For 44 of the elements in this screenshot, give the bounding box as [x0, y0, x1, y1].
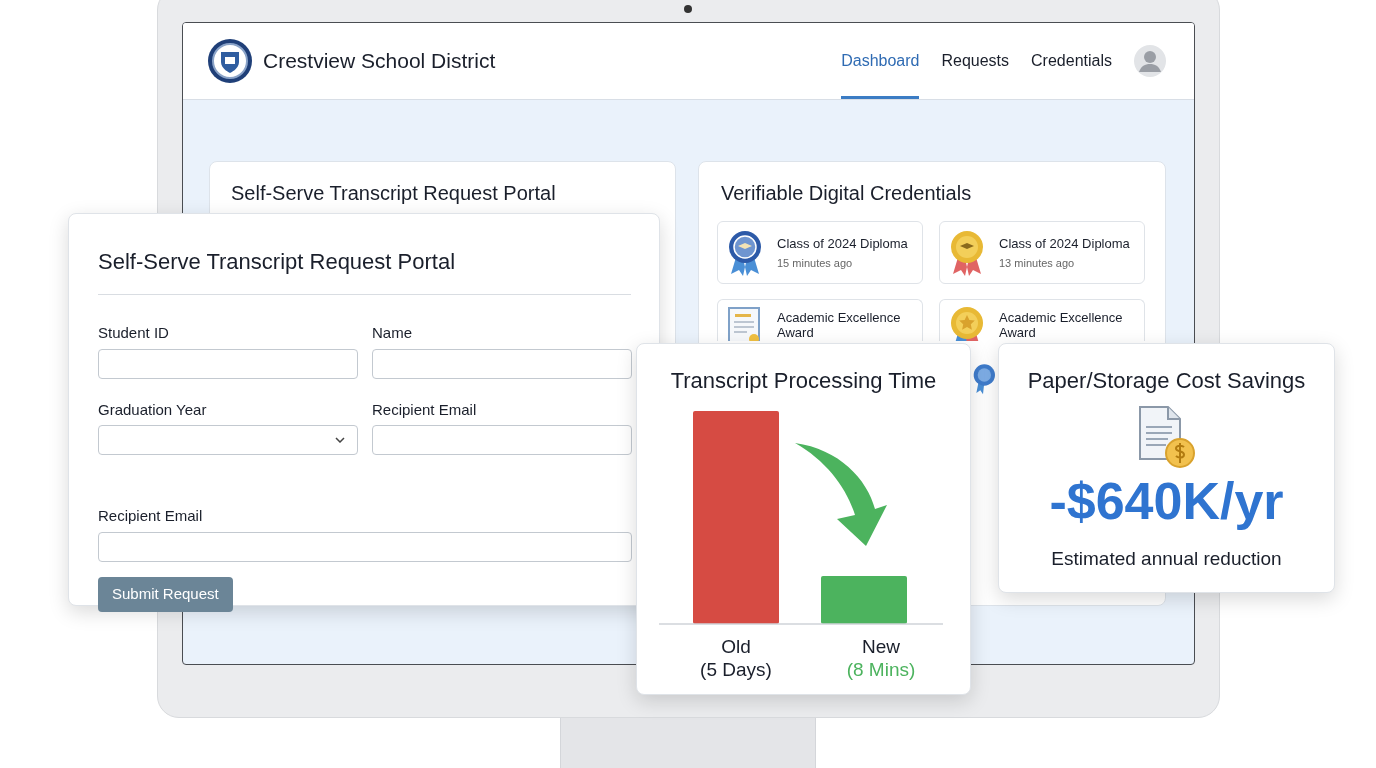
ribbon-medal-icon [727, 230, 763, 276]
category-detail: (8 Mins) [846, 658, 916, 681]
category-label: New [862, 635, 900, 658]
credential-title: Academic Excellence Award [999, 310, 1124, 340]
credential-time: 13 minutes ago [999, 256, 1076, 271]
input-field[interactable] [372, 425, 632, 455]
category-label: Old [721, 635, 751, 658]
credential-title: Class of 2024 Diploma [777, 236, 909, 251]
input-field[interactable] [98, 531, 632, 562]
form-title: Self-Serve Transcript Request Portal [98, 248, 457, 276]
nav-tab[interactable]: Requests [941, 23, 1010, 99]
nav-tab[interactable]: Dashboard [841, 23, 920, 99]
field-label: Recipient Email [372, 399, 478, 420]
card-title: Transcript Processing Time [670, 367, 937, 395]
submit-button[interactable]: Submit Request [98, 576, 233, 612]
credential-card[interactable]: Class of 2024 Diploma 15 minutes ago [717, 221, 923, 284]
category-detail: (5 Days) [700, 658, 772, 681]
card-title: Verifiable Digital Credentials [721, 181, 973, 206]
down-arrow-icon [794, 443, 887, 546]
nav-tab[interactable]: Credentials [1031, 23, 1112, 99]
dropdown-field[interactable] [98, 425, 358, 455]
credential-title: Class of 2024 Diploma [999, 236, 1131, 251]
credential-card[interactable]: Academic Excellence Award [939, 299, 1145, 341]
school-seal-icon [207, 38, 253, 84]
avatar-icon[interactable] [1134, 45, 1166, 77]
field-label: Graduation Year [98, 399, 208, 420]
card-title: Self-Serve Transcript Request Portal [231, 181, 557, 206]
document-coin-icon [1137, 405, 1196, 469]
card-title: Paper/Storage Cost Savings [1027, 367, 1306, 395]
certificate-icon [727, 306, 763, 341]
credential-title: Academic Excellence Award [777, 310, 902, 340]
credential-time: 15 minutes ago [777, 256, 854, 271]
field-label: Recipient Email [98, 506, 204, 526]
field-label: Student ID [98, 323, 170, 343]
camera-icon [684, 5, 692, 13]
input-field[interactable] [372, 348, 632, 379]
credential-card[interactable]: Class of 2024 Diploma 13 minutes ago [939, 221, 1145, 284]
savings-caption: Estimated annual reduction [1051, 547, 1282, 571]
ribbon-medal-icon [949, 230, 985, 276]
app-title: Crestview School District [263, 48, 496, 75]
input-field[interactable] [98, 348, 358, 379]
chevron-down-icon [335, 437, 345, 443]
field-label: Name [372, 323, 413, 343]
credential-card[interactable]: Academic Excellence Award [717, 299, 923, 341]
